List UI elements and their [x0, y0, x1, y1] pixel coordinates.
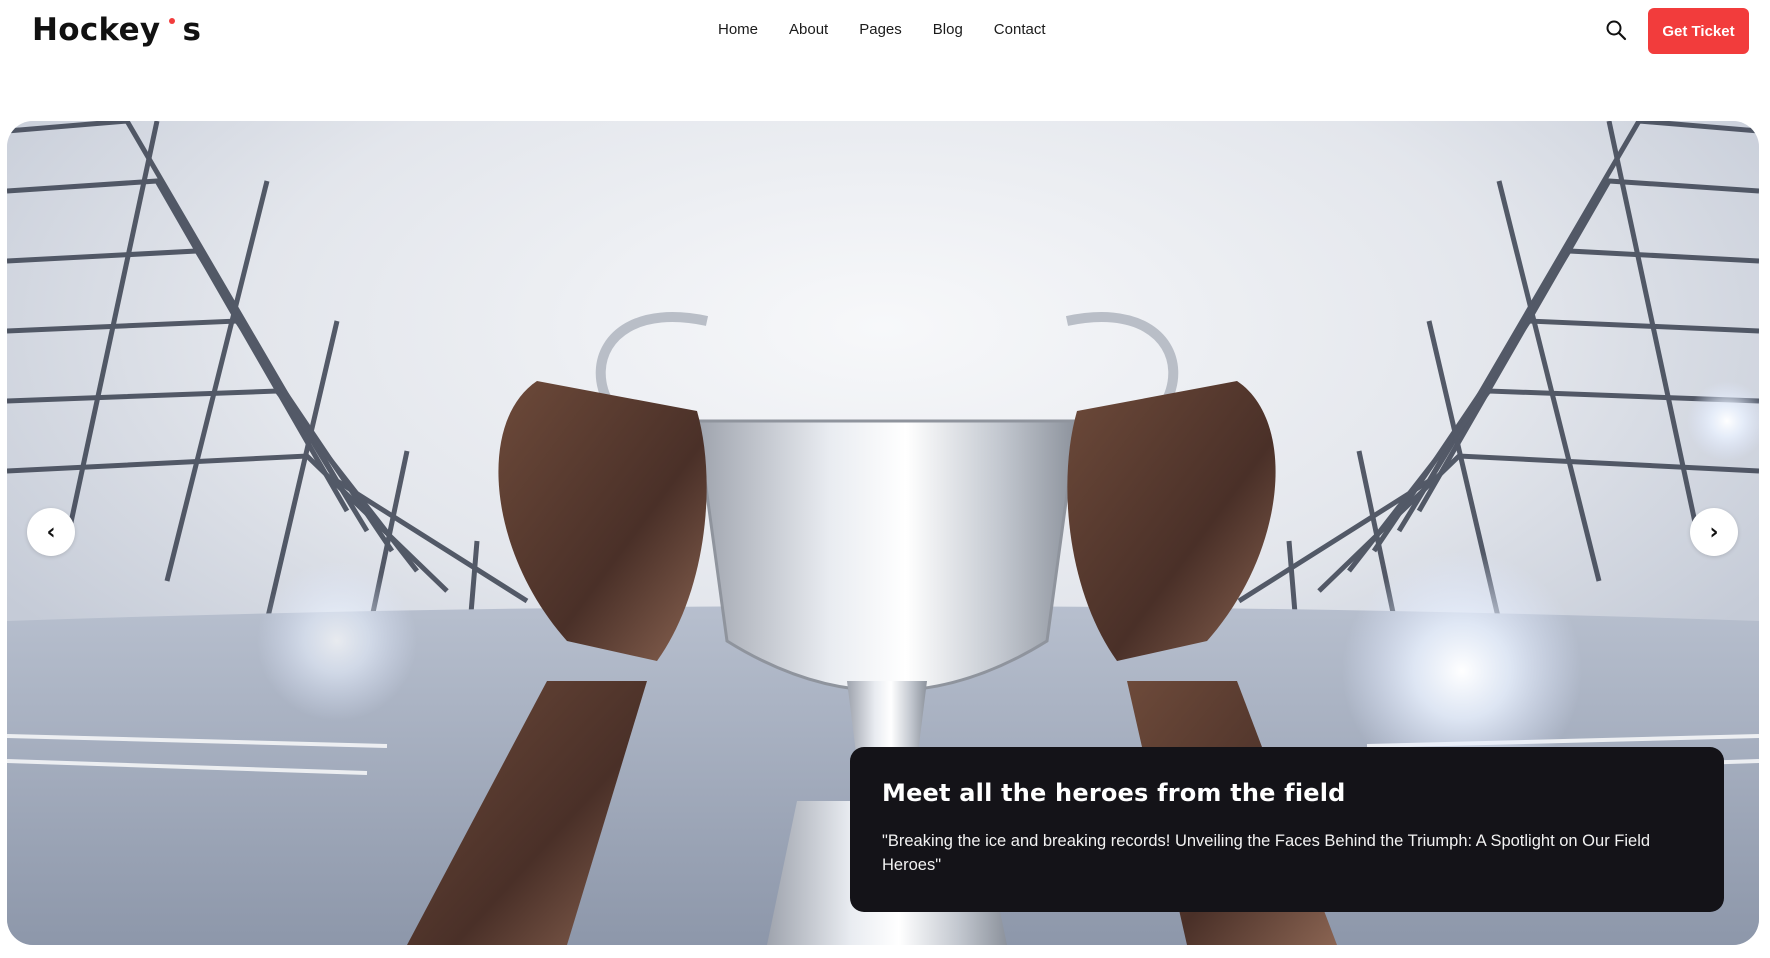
hero-slider: ‹ › Meet all the heroes from the field "… [7, 121, 1759, 945]
slider-prev-button[interactable]: ‹ [27, 508, 75, 556]
chevron-right-icon: › [1709, 519, 1719, 545]
nav-item-about[interactable]: About [789, 21, 828, 38]
main-nav: Home About Pages Blog Contact [718, 21, 1046, 38]
hero-caption-card: Meet all the heroes from the field "Brea… [850, 747, 1724, 912]
chevron-left-icon: ‹ [46, 519, 56, 545]
nav-item-blog[interactable]: Blog [933, 21, 963, 38]
brand-accent-dot [169, 18, 176, 24]
brand-logo[interactable]: Hockey s [32, 12, 201, 48]
hero-caption-text: "Breaking the ice and breaking records! … [882, 832, 1651, 874]
site-header: Hockey s Home About Pages Blog Contact G… [0, 0, 1770, 64]
get-ticket-button[interactable]: Get Ticket [1648, 8, 1749, 54]
slider-next-button[interactable]: › [1690, 508, 1738, 556]
search-icon[interactable] [1605, 19, 1627, 41]
nav-item-pages[interactable]: Pages [859, 21, 902, 38]
nav-item-home[interactable]: Home [718, 21, 758, 38]
hero-caption-title: Meet all the heroes from the field [882, 779, 1346, 807]
brand-name-part1: Hockey [32, 12, 161, 48]
brand-name-part2: s [182, 12, 202, 48]
nav-item-contact[interactable]: Contact [994, 21, 1046, 38]
